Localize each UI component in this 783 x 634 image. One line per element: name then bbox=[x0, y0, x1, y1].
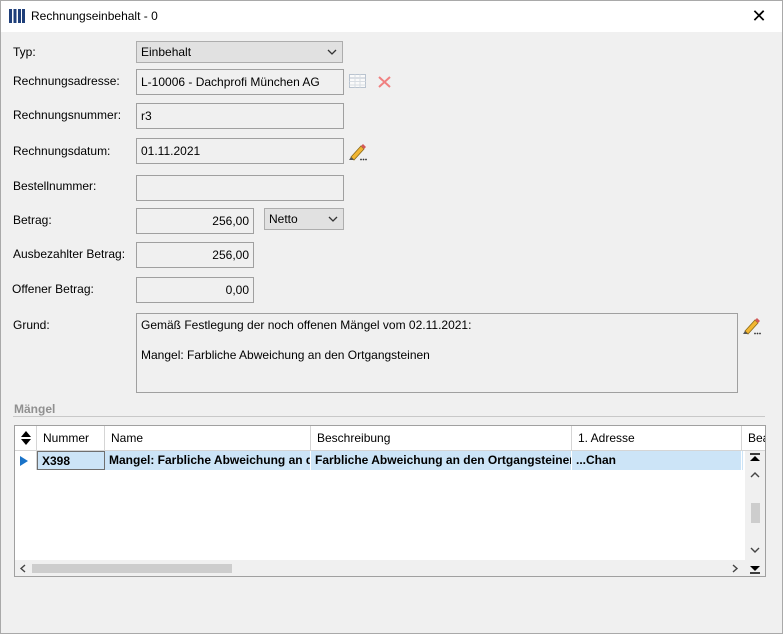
bestellnummer-field[interactable] bbox=[136, 175, 344, 201]
dialog-window: Rechnungseinbehalt - 0 ✕ Typ: Einbehalt … bbox=[0, 0, 783, 634]
column-header-adresse[interactable]: 1. Adresse bbox=[572, 426, 742, 450]
edit-pencil-icon[interactable] bbox=[742, 317, 762, 335]
close-button[interactable]: ✕ bbox=[736, 1, 782, 32]
table-row[interactable]: X398 Mangel: Farbliche Abweichung an de … bbox=[15, 451, 743, 470]
column-chooser[interactable] bbox=[15, 426, 37, 450]
group-divider bbox=[13, 416, 765, 417]
typ-value: Einbehalt bbox=[141, 45, 192, 59]
cell-name[interactable]: Mangel: Farbliche Abweichung an de bbox=[105, 451, 311, 470]
grund-textarea[interactable]: Gemäß Festlegung der noch offenen Mängel… bbox=[136, 313, 738, 393]
scroll-corner bbox=[745, 560, 765, 576]
typ-select[interactable]: Einbehalt bbox=[136, 41, 343, 63]
chevron-down-icon bbox=[327, 49, 337, 55]
scroll-up-icon[interactable] bbox=[750, 471, 760, 479]
scroll-bottom-icon[interactable] bbox=[750, 562, 760, 574]
grid-header: Nummer Name Beschreibung 1. Adresse Bea bbox=[15, 426, 765, 451]
title-bar: Rechnungseinbehalt - 0 ✕ bbox=[1, 1, 782, 32]
window-title: Rechnungseinbehalt - 0 bbox=[31, 9, 158, 23]
rechnungsdatum-label: Rechnungsdatum: bbox=[13, 144, 111, 158]
sort-updown-icon bbox=[20, 431, 31, 445]
offener-betrag-field[interactable]: 0,00 bbox=[136, 277, 254, 303]
row-indicator bbox=[15, 451, 37, 470]
delete-icon[interactable] bbox=[377, 75, 392, 89]
scroll-top-icon[interactable] bbox=[750, 453, 760, 465]
horizontal-scrollbar[interactable] bbox=[15, 560, 745, 576]
rechnungsnummer-field[interactable]: r3 bbox=[136, 103, 344, 129]
offener-betrag-label: Offener Betrag: bbox=[12, 282, 94, 296]
rechnungsdatum-field[interactable]: 01.11.2021 bbox=[136, 138, 344, 164]
column-header-beschreibung[interactable]: Beschreibung bbox=[311, 426, 572, 450]
rechnungsadresse-field[interactable]: L-10006 - Dachprofi München AG bbox=[136, 69, 344, 95]
maengel-grid: Nummer Name Beschreibung 1. Adresse Bea … bbox=[14, 425, 766, 577]
bestellnummer-label: Bestellnummer: bbox=[13, 179, 97, 193]
scroll-right-icon[interactable] bbox=[731, 564, 739, 573]
column-header-nummer[interactable]: Nummer bbox=[37, 426, 105, 450]
betrag-mode-value: Netto bbox=[269, 212, 298, 226]
ausbezahlter-betrag-field[interactable]: 256,00 bbox=[136, 242, 254, 268]
rechnungsadresse-label: Rechnungsadresse: bbox=[13, 74, 120, 88]
betrag-mode-select[interactable]: Netto bbox=[264, 208, 344, 230]
scroll-thumb[interactable] bbox=[751, 503, 760, 523]
rechnungsnummer-label: Rechnungsnummer: bbox=[13, 108, 122, 122]
scroll-left-icon[interactable] bbox=[19, 564, 27, 573]
chevron-down-icon bbox=[328, 216, 338, 222]
edit-pencil-icon[interactable] bbox=[348, 143, 368, 161]
betrag-label: Betrag: bbox=[13, 213, 52, 227]
app-icon bbox=[9, 9, 25, 23]
maengel-group-title: Mängel bbox=[14, 402, 56, 416]
cell-beschreibung[interactable]: Farbliche Abweichung an den Ortgangstein… bbox=[311, 451, 572, 470]
cell-nummer[interactable]: X398 bbox=[37, 451, 105, 470]
current-row-arrow-icon bbox=[20, 456, 28, 466]
typ-label: Typ: bbox=[13, 45, 36, 59]
h-scroll-thumb[interactable] bbox=[32, 564, 232, 573]
betrag-field[interactable]: 256,00 bbox=[136, 208, 254, 234]
close-icon: ✕ bbox=[751, 6, 767, 26]
grund-label: Grund: bbox=[13, 318, 50, 332]
address-book-icon[interactable] bbox=[349, 74, 366, 88]
column-header-bea[interactable]: Bea bbox=[742, 426, 765, 450]
column-header-name[interactable]: Name bbox=[105, 426, 311, 450]
scroll-down-icon[interactable] bbox=[750, 546, 760, 554]
vertical-scrollbar[interactable] bbox=[745, 451, 765, 561]
cell-adresse[interactable]: ...Chan bbox=[572, 451, 742, 470]
ausbezahlter-betrag-label: Ausbezahlter Betrag: bbox=[13, 247, 126, 261]
